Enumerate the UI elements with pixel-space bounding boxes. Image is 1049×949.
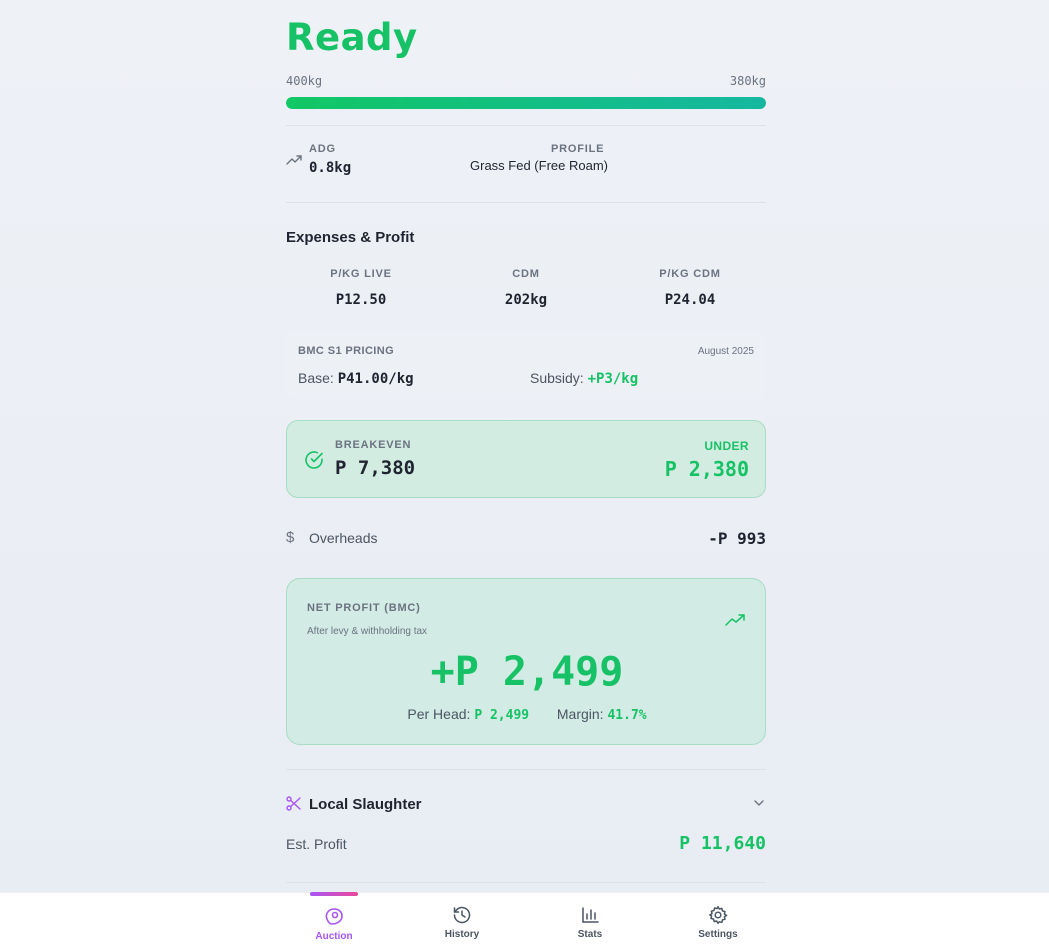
stat-label: CDM [512,268,540,280]
profile-value: Grass Fed (Free Roam) [470,158,608,173]
breakeven-label: BREAKEVEN [335,439,412,451]
bottom-tab-bar [0,892,1049,949]
breakeven-status-label: UNDER [704,439,749,453]
chevron-down-icon[interactable] [752,797,766,809]
local-slaughter-title: Local Slaughter [309,796,422,813]
trending-up-icon [725,614,745,626]
target-weight: 380kg [729,74,766,88]
tab-label: Auction [315,931,353,942]
tab-stats[interactable]: Stats [550,905,630,940]
stat-value: P12.50 [335,292,387,308]
history-icon [453,906,471,924]
status-title: Ready [286,16,418,59]
pricing-label: BMC S1 PRICING [298,345,395,357]
adg-value: 0.8kg [309,160,352,176]
net-profit-value: +P 2,499 [430,649,624,695]
breakeven-card: BREAKEVEN P 7,380 UNDER P 2,380 [286,420,766,498]
dollar-icon: $ [286,529,295,546]
stat-pkg-cdm: P/KG CDM P24.04 [615,268,765,308]
start-weight: 400kg [286,74,323,88]
stat-label: P/KG LIVE [330,268,392,280]
weight-progress-bar [286,97,766,109]
margin-label: Margin: [556,706,604,722]
active-tab-indicator [310,892,358,896]
overheads-label: Overheads [309,530,378,546]
stat-pkg-live: P/KG LIVE P12.50 [286,268,436,308]
margin-value: 41.7% [607,708,647,723]
divider [286,202,766,203]
tab-history[interactable]: History [422,905,502,940]
scissors-icon [286,796,301,811]
trending-up-icon [286,155,302,165]
subsidy-label: Subsidy: [530,370,584,386]
subsidy-value: +P3/kg [587,371,639,387]
bar-chart-icon [582,907,599,923]
weight-progress-fill [286,97,766,109]
breakeven-value: P 7,380 [335,457,416,479]
base-value: P41.00/kg [337,371,414,387]
profile-label: PROFILE [551,143,605,155]
pricing-base: Base: P41.00/kg [298,370,414,387]
per-head-label: Per Head: [407,706,471,722]
base-label: Base: [298,370,334,386]
per-head-value: P 2,499 [474,708,530,723]
est-profit-label: Est. Profit [286,836,347,852]
check-circle-icon [305,451,323,469]
weight-range: 400kg 380kg [286,74,766,88]
breakeven-status-value: P 2,380 [664,457,749,481]
stat-value: 202kg [504,292,548,308]
steak-icon [325,908,343,925]
divider [286,125,766,126]
overheads-value: -P 993 [708,529,766,548]
stat-cdm: CDM 202kg [451,268,601,308]
tab-settings[interactable]: Settings [678,905,758,940]
stat-label: P/KG CDM [659,268,721,280]
divider [286,769,766,770]
tab-label: History [444,929,480,940]
gear-icon [709,906,728,924]
net-profit-card: NET PROFIT (BMC) After levy & withholdin… [286,578,766,745]
tab-label: Stats [577,929,603,940]
tab-label: Settings [698,929,738,940]
net-profit-label: NET PROFIT (BMC) [307,602,421,614]
pricing-card: BMC S1 PRICING August 2025 Base: P41.00/… [286,331,766,399]
net-profit-meta: Per Head: P 2,499 Margin: 41.7% [287,706,767,723]
tab-auction[interactable]: Auction [294,905,374,942]
net-profit-subtitle: After levy & withholding tax [307,626,428,637]
pricing-subsidy: Subsidy: +P3/kg [530,370,638,387]
adg-label: ADG [309,143,336,155]
divider [286,882,766,883]
est-profit-value: P 11,640 [679,833,766,854]
expenses-title: Expenses & Profit [286,229,415,246]
pricing-date: August 2025 [697,346,754,357]
stat-value: P24.04 [664,292,716,308]
